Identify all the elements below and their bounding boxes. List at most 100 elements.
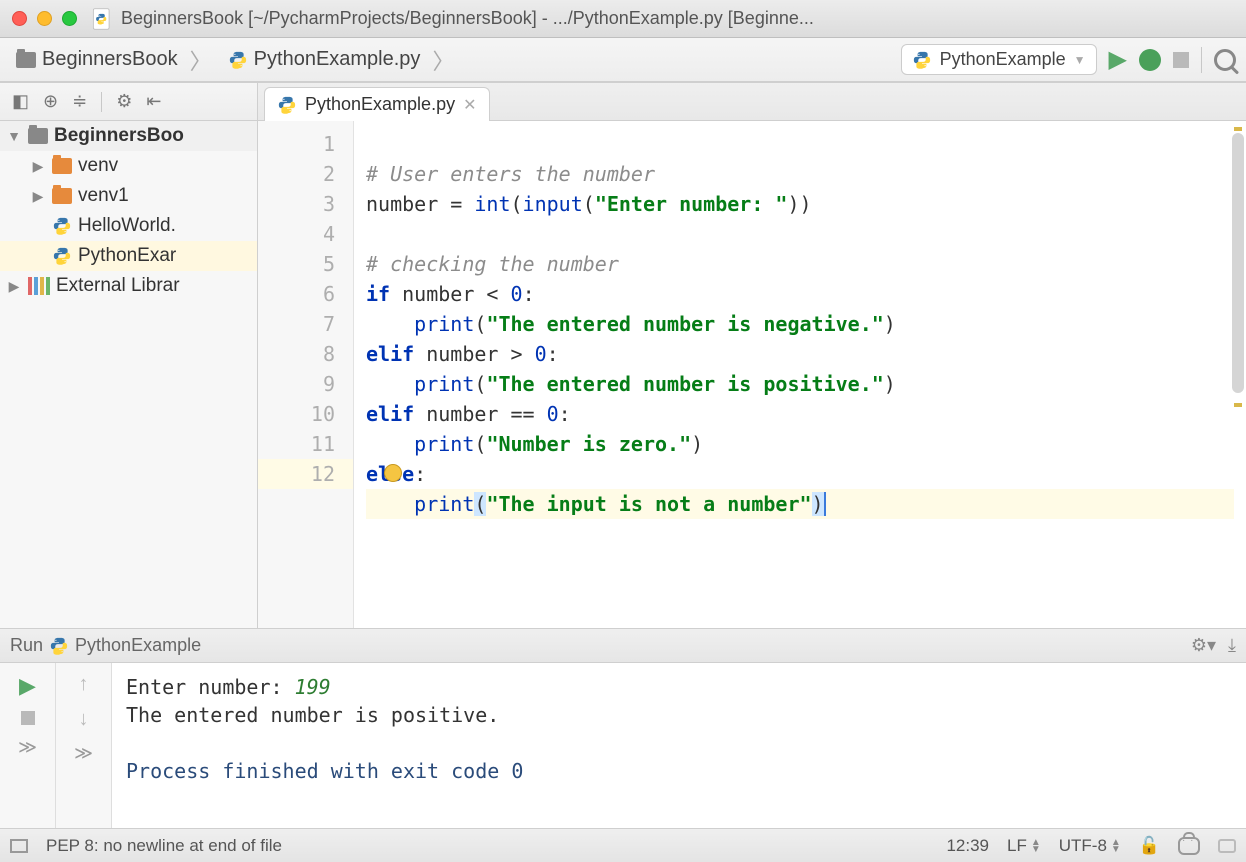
scroll-to-source-icon[interactable]: ◧ xyxy=(12,91,29,112)
code-content[interactable]: # User enters the numbernumber = int(inp… xyxy=(354,121,1246,628)
python-icon xyxy=(912,50,932,70)
library-icon xyxy=(28,277,50,295)
zoom-window-button[interactable] xyxy=(62,11,77,26)
code-editor[interactable]: 1 2 3 4 5 6 7 8 9 10 11 12 # User enters… xyxy=(258,121,1246,628)
caret-position[interactable]: 12:39 xyxy=(946,836,989,856)
chevron-right-icon: 〉 xyxy=(190,44,212,76)
tree-item-helloworld[interactable]: HelloWorld. xyxy=(0,211,257,241)
collapse-icon[interactable]: ▶ xyxy=(30,158,46,175)
run-button[interactable]: ▶ xyxy=(1109,45,1127,74)
download-icon[interactable]: ⤓ xyxy=(1228,635,1236,656)
breadcrumb: BeginnersBook 〉 PythonExample.py 〉 xyxy=(10,42,460,78)
encoding-selector[interactable]: UTF-8▲▼ xyxy=(1059,836,1121,856)
status-message: PEP 8: no newline at end of file xyxy=(46,836,282,856)
collapse-icon[interactable]: ⇤ xyxy=(146,91,161,112)
run-tab-label: PythonExample xyxy=(75,635,201,656)
editor-tab-pythonexample[interactable]: PythonExample.py ✕ xyxy=(264,87,490,121)
project-toolbar: ◧ ⊕ ≑ ⚙ ⇤ xyxy=(0,83,257,121)
folder-icon xyxy=(52,158,72,174)
minimize-window-button[interactable] xyxy=(37,11,52,26)
breadcrumb-file[interactable]: PythonExample.py 〉 xyxy=(222,42,461,78)
tree-item-label: venv1 xyxy=(78,185,129,207)
close-tab-icon[interactable]: ✕ xyxy=(463,95,476,115)
console-exit-line: Process finished with exit code 0 xyxy=(126,757,1232,785)
tree-item-label: PythonExar xyxy=(78,245,176,267)
console-line: The entered number is positive. xyxy=(126,701,1232,729)
line-number: 8 xyxy=(258,339,335,369)
python-file-icon xyxy=(228,50,248,70)
divide-icon[interactable]: ≑ xyxy=(72,91,87,112)
run-tool-window: Run PythonExample ⚙▾ ⤓ ▶ ≫ ↑ ↓ ≫ Enter n… xyxy=(0,628,1246,828)
tree-root[interactable]: ▼ BeginnersBoo xyxy=(0,121,257,151)
gear-icon[interactable]: ⚙▾ xyxy=(1191,635,1216,656)
inspection-hector-icon[interactable] xyxy=(1178,837,1200,855)
folder-icon xyxy=(28,128,48,144)
collapse-target-icon[interactable]: ⊕ xyxy=(43,91,58,112)
python-file-icon xyxy=(52,246,72,266)
close-window-button[interactable] xyxy=(12,11,27,26)
down-arrow-icon[interactable]: ↓ xyxy=(79,708,89,731)
editor-tab-label: PythonExample.py xyxy=(305,94,455,115)
line-number: 3 xyxy=(258,189,335,219)
tool-windows-icon[interactable] xyxy=(10,839,28,853)
run-tab-prefix: Run xyxy=(10,635,43,656)
up-arrow-icon[interactable]: ↑ xyxy=(79,673,89,696)
line-separator-selector[interactable]: LF▲▼ xyxy=(1007,836,1041,856)
chevron-right-icon: 〉 xyxy=(432,44,454,76)
tree-item-label: External Librar xyxy=(56,275,180,297)
line-number: 10 xyxy=(258,399,335,429)
run-config-label: PythonExample xyxy=(940,49,1066,70)
stop-process-button[interactable] xyxy=(21,711,35,725)
run-tool-header: Run PythonExample ⚙▾ ⤓ xyxy=(0,629,1246,663)
separator xyxy=(101,92,102,112)
line-number: 6 xyxy=(258,279,335,309)
intention-bulb-icon[interactable] xyxy=(384,464,402,482)
debug-button[interactable] xyxy=(1139,49,1161,71)
separator xyxy=(1201,47,1202,73)
editor-area: PythonExample.py ✕ 1 2 3 4 5 6 7 8 9 10 … xyxy=(258,83,1246,628)
tree-item-venv[interactable]: ▶ venv xyxy=(0,151,257,181)
line-number: 2 xyxy=(258,159,335,189)
status-bar: PEP 8: no newline at end of file 12:39 L… xyxy=(0,828,1246,862)
tree-external-libraries[interactable]: ▶ External Librar xyxy=(0,271,257,301)
folder-icon xyxy=(16,52,36,68)
tree-root-label: BeginnersBoo xyxy=(54,125,184,147)
collapse-icon[interactable]: ▶ xyxy=(30,188,46,205)
search-everywhere-button[interactable] xyxy=(1214,49,1236,71)
collapse-icon[interactable]: ▶ xyxy=(6,278,22,295)
tree-item-label: HelloWorld. xyxy=(78,215,176,237)
line-number: 5 xyxy=(258,249,335,279)
tree-item-pythonexample[interactable]: PythonExar xyxy=(0,241,257,271)
python-icon xyxy=(49,636,69,656)
line-number-gutter[interactable]: 1 2 3 4 5 6 7 8 9 10 11 12 xyxy=(258,121,354,628)
run-actions: ▶ ≫ xyxy=(0,663,56,828)
console-input-value: 199 xyxy=(295,675,331,699)
console-output[interactable]: Enter number: 199 The entered number is … xyxy=(112,663,1246,828)
project-tree[interactable]: ▼ BeginnersBoo ▶ venv ▶ venv1 HelloWorld… xyxy=(0,121,257,628)
readonly-lock-icon[interactable]: 🔓 xyxy=(1139,836,1160,856)
line-number: 12 xyxy=(258,459,353,489)
window-controls xyxy=(12,11,77,26)
memory-indicator-icon[interactable] xyxy=(1218,839,1236,853)
project-tool-window: ◧ ⊕ ≑ ⚙ ⇤ ▼ BeginnersBoo ▶ venv ▶ venv1 xyxy=(0,83,258,628)
more-nav-icon[interactable]: ≫ xyxy=(74,743,93,764)
stop-button[interactable] xyxy=(1173,52,1189,68)
editor-tab-bar: PythonExample.py ✕ xyxy=(258,83,1246,121)
run-configuration-selector[interactable]: PythonExample ▼ xyxy=(901,44,1097,75)
python-file-icon xyxy=(277,95,297,115)
breadcrumb-project-label: BeginnersBook xyxy=(42,48,178,71)
expand-icon[interactable]: ▼ xyxy=(6,128,22,144)
line-number: 1 xyxy=(258,129,335,159)
console-prompt: Enter number: xyxy=(126,675,295,699)
rerun-button[interactable]: ▶ xyxy=(19,673,36,699)
navigation-bar: BeginnersBook 〉 PythonExample.py 〉 Pytho… xyxy=(0,38,1246,82)
more-actions-icon[interactable]: ≫ xyxy=(18,737,37,758)
line-number: 7 xyxy=(258,309,335,339)
gear-icon[interactable]: ⚙ xyxy=(116,91,132,112)
tree-item-venv1[interactable]: ▶ venv1 xyxy=(0,181,257,211)
python-file-icon xyxy=(52,216,72,236)
tree-item-label: venv xyxy=(78,155,118,177)
breadcrumb-project[interactable]: BeginnersBook 〉 xyxy=(10,42,218,78)
editor-scrollbar[interactable] xyxy=(1232,123,1244,628)
line-number: 9 xyxy=(258,369,335,399)
